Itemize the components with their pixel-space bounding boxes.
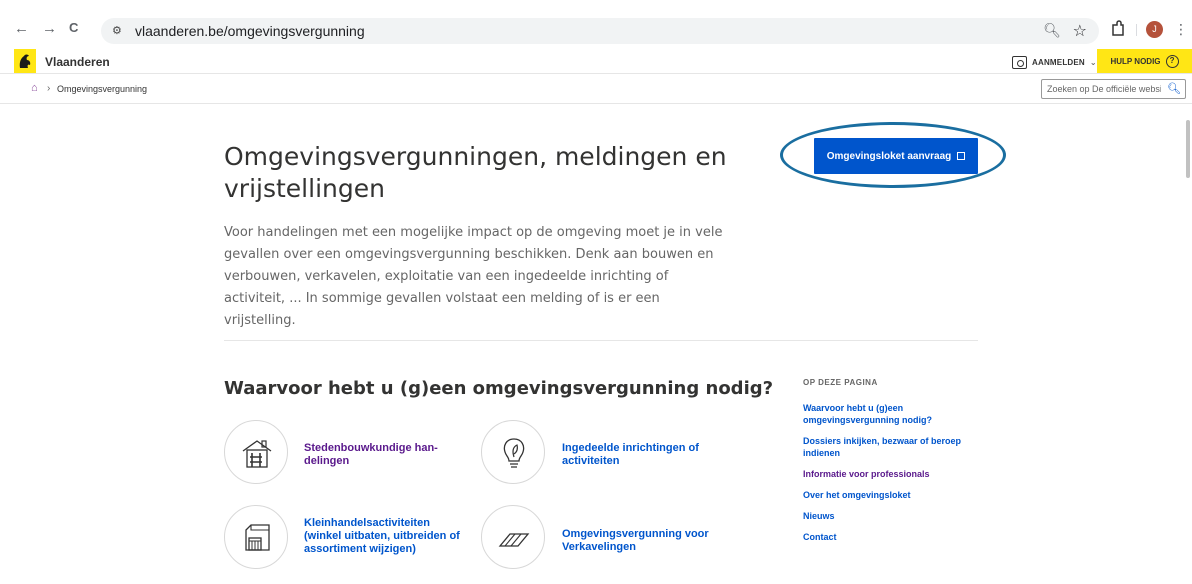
plots-icon [481,505,545,569]
login-button[interactable]: AANMELDEN ⌄ [1012,54,1097,70]
search-placeholder: Zoeken op De officiële website van Vlaan… [1047,84,1161,94]
page-scrollbar[interactable] [1186,120,1190,178]
breadcrumb: ⌂ › Omgevingsvergunning Zoeken op De off… [0,75,1192,104]
tile-link-stedenbouwkundige[interactable]: Stedenbouwkundige han-delingen [304,442,464,468]
browser-menu-icon[interactable]: ⋮ [1174,21,1188,38]
shop-icon [224,505,288,569]
browser-toolbar: ← → C ⚙ vlaanderen.be/omgevingsvergunnin… [0,0,1192,44]
reload-button[interactable]: C [69,21,78,34]
tile-link-ingedeelde-inrichtingen[interactable]: Ingedeelde inrichtingen of activiteiten [562,442,722,468]
toc-item-dossiers[interactable]: Dossiers inkijken, bezwaar of beroep ind… [803,435,973,459]
bookmark-star-icon[interactable]: ☆ [1073,21,1087,41]
chevron-down-icon: ⌄ [1089,57,1097,67]
question-icon: ? [1165,54,1179,68]
section-title: Waarvoor hebt u (g)een omgevingsvergunni… [224,378,774,399]
toc-heading: OP DEZE PAGINA [803,378,878,387]
help-button[interactable]: HULP NODIG ? [1097,49,1192,73]
home-icon[interactable]: ⌂ [31,82,38,94]
highlight-ring [780,122,1006,188]
tile-link-kleinhandel[interactable]: Kleinhandelsactiviteiten (winkel uitbate… [304,517,469,556]
extensions-icon[interactable] [1110,20,1126,38]
toc-item-omgevingsloket[interactable]: Over het omgevingsloket [803,489,973,501]
breadcrumb-current: Omgevingsvergunning [57,84,148,94]
back-button[interactable]: ← [14,21,29,36]
intro-text: Voor handelingen met een mogelijke impac… [224,225,723,328]
breadcrumb-separator-icon: › [47,83,51,94]
page-title: Omgevingsvergunningen, meldingen en vrij… [224,142,727,203]
on-this-page-nav: OP DEZE PAGINA Waarvoor hebt u (g)een om… [803,378,973,552]
zoom-icon[interactable]: 🔍︎ [1043,22,1061,39]
site-info-icon[interactable]: ⚙ [112,24,122,37]
house-scaffold-icon [224,420,288,484]
url-text[interactable]: vlaanderen.be/omgevingsvergunning [135,23,365,39]
section-divider [224,340,978,341]
toolbar-divider [1136,24,1137,36]
login-label: AANMELDEN [1032,57,1085,67]
toc-item-professionals[interactable]: Informatie voor professionals [803,468,973,480]
lion-icon [19,54,31,68]
tile-link-verkavelingen[interactable]: Omgevingsvergunning voor Verkavelingen [562,528,722,554]
help-label: HULP NODIG [1110,56,1161,66]
site-header: Vlaanderen AANMELDEN ⌄ HULP NODIG ? [0,49,1192,74]
login-icon [1012,55,1027,69]
site-search-input[interactable]: Zoeken op De officiële website van Vlaan… [1041,79,1186,99]
search-icon[interactable]: 🔍︎ [1167,82,1181,95]
address-bar[interactable]: ⚙ vlaanderen.be/omgevingsvergunning 🔍︎ ☆ [101,18,1099,44]
toc-item-nieuws[interactable]: Nieuws [803,510,973,522]
lightbulb-leaf-icon [481,420,545,484]
forward-button[interactable]: → [42,21,57,36]
toc-item-contact[interactable]: Contact [803,531,973,543]
toc-item-waarvoor[interactable]: Waarvoor hebt u (g)een omgevingsvergunni… [803,402,973,426]
profile-avatar[interactable]: J [1146,21,1163,38]
vlaanderen-logo[interactable] [14,49,36,73]
brand-name[interactable]: Vlaanderen [45,55,110,69]
